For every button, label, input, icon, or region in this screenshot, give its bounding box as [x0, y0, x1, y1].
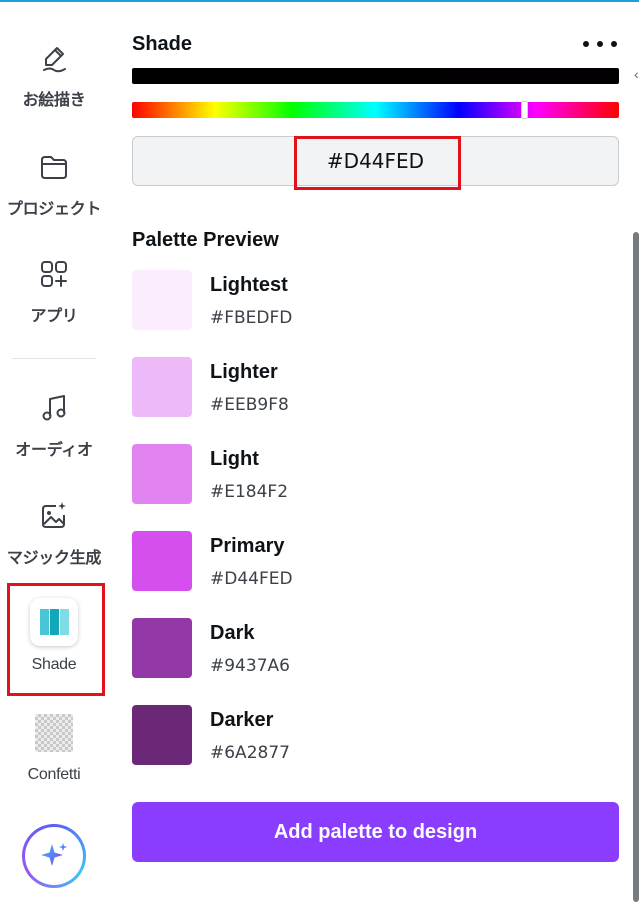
- palette-swatch-row[interactable]: Darker #6A2877: [132, 705, 619, 767]
- music-note-icon: [42, 395, 66, 421]
- sidebar-item-label: お絵描き: [22, 92, 86, 109]
- magic-image-icon: [42, 502, 66, 528]
- highlight-box-shade-app: [7, 583, 105, 696]
- shade-slider[interactable]: [132, 68, 619, 84]
- sidebar-item-label: アプリ: [30, 308, 78, 325]
- palette-swatch-row[interactable]: Lightest #FBEDFD: [132, 270, 619, 332]
- swatch-name: Dark: [210, 622, 255, 644]
- sidebar-item-audio[interactable]: オーディオ: [0, 392, 108, 460]
- swatch-hex: #EEB9F8: [210, 395, 289, 415]
- add-palette-button[interactable]: Add palette to design: [132, 802, 619, 862]
- palette-swatch-row[interactable]: Lighter #EEB9F8: [132, 357, 619, 419]
- color-swatch[interactable]: [132, 270, 192, 330]
- edge-arrow-icon: ‹: [634, 66, 639, 82]
- sidebar-item-projects[interactable]: プロジェクト: [0, 151, 108, 219]
- confetti-app-icon: [35, 714, 73, 752]
- sidebar-item-label: マジック生成: [6, 550, 102, 567]
- sidebar-item-apps[interactable]: アプリ: [0, 258, 108, 326]
- sparkle-icon: [41, 843, 67, 866]
- hue-slider-handle[interactable]: [521, 101, 528, 119]
- swatch-name: Lighter: [210, 361, 278, 383]
- swatch-name: Lightest: [210, 274, 288, 296]
- sidebar-item-label: Confetti: [27, 766, 81, 783]
- color-swatch[interactable]: [132, 444, 192, 504]
- panel-title: Shade: [132, 33, 193, 55]
- magic-assistant-button[interactable]: [22, 824, 86, 888]
- color-swatch[interactable]: [132, 705, 192, 765]
- sidebar-item-draw[interactable]: お絵描き: [0, 42, 108, 110]
- swatch-hex: #FBEDFD: [210, 308, 293, 328]
- swatch-name: Primary: [210, 535, 285, 557]
- sidebar: お絵描き プロジェクト アプリ オーディオ マジック生成 Shade Confe…: [0, 2, 108, 907]
- folder-icon: [41, 156, 67, 179]
- sidebar-divider: [12, 358, 96, 359]
- palette-swatch-row[interactable]: Primary #D44FED: [132, 531, 619, 593]
- highlight-box-hex: [294, 136, 461, 190]
- color-swatch[interactable]: [132, 618, 192, 678]
- color-swatch[interactable]: [132, 357, 192, 417]
- swatch-hex: #6A2877: [210, 743, 290, 763]
- sidebar-item-label: オーディオ: [15, 442, 93, 459]
- panel-scrollbar[interactable]: [633, 232, 639, 902]
- palette-preview-title: Palette Preview: [132, 229, 279, 251]
- palette-swatch-row[interactable]: Dark #9437A6: [132, 618, 619, 680]
- swatch-hex: #E184F2: [210, 482, 289, 502]
- palette-swatch-row[interactable]: Light #E184F2: [132, 444, 619, 506]
- color-swatch[interactable]: [132, 531, 192, 591]
- swatch-hex: #9437A6: [210, 656, 290, 676]
- sidebar-item-label: プロジェクト: [6, 201, 102, 218]
- apps-grid-icon: [41, 261, 67, 287]
- sidebar-item-confetti[interactable]: Confetti: [0, 714, 108, 784]
- pencil-draw-icon: [43, 47, 66, 73]
- swatch-name: Light: [210, 448, 259, 470]
- swatch-name: Darker: [210, 709, 274, 731]
- more-horizontal-icon[interactable]: [583, 36, 617, 52]
- swatch-hex: #D44FED: [210, 569, 293, 589]
- hue-slider[interactable]: [132, 102, 619, 118]
- sidebar-item-magic-generate[interactable]: マジック生成: [0, 500, 108, 568]
